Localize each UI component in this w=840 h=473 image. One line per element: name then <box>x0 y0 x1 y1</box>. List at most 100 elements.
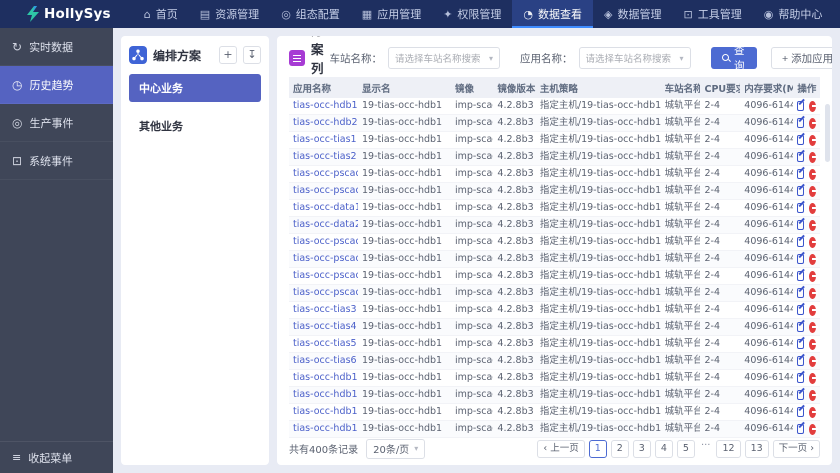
delete-icon[interactable] <box>809 253 818 265</box>
next-page-button[interactable]: 下一页 › <box>772 439 820 458</box>
edit-icon[interactable] <box>797 135 805 145</box>
plan-item-other-business[interactable]: 其他业务 <box>129 112 261 140</box>
app-name-link[interactable]: tias-occ-tias2 <box>293 151 357 162</box>
delete-icon[interactable] <box>809 151 818 163</box>
sidebar-item-system-events[interactable]: ⊡ 系统事件 <box>0 142 113 180</box>
app-name-link[interactable]: tias-occ-hdb1 <box>293 406 358 417</box>
app-name-link[interactable]: tias-occ-pscada3 <box>293 236 358 247</box>
delete-icon[interactable] <box>809 202 818 214</box>
page-size-select[interactable]: 20条/页 ▾ <box>366 438 426 459</box>
edit-icon[interactable] <box>797 390 805 400</box>
delete-icon[interactable] <box>809 321 818 333</box>
sidebar-item-production-events[interactable]: ◎ 生产事件 <box>0 104 113 142</box>
nav-item-data-view[interactable]: ◔ 数据查看 <box>512 0 594 28</box>
delete-icon[interactable] <box>809 100 818 112</box>
delete-icon[interactable] <box>809 406 818 418</box>
nav-item-data-manage[interactable]: ◈ 数据管理 <box>593 0 672 28</box>
delete-icon[interactable] <box>809 117 818 129</box>
page-button-1[interactable]: 1 <box>588 439 607 458</box>
nav-item-permissions[interactable]: ✦ 权限管理 <box>432 0 512 28</box>
delete-icon[interactable] <box>809 389 818 401</box>
app-name-link[interactable]: tias-occ-tias3 <box>293 304 357 315</box>
delete-icon[interactable] <box>809 338 818 350</box>
app-name-link[interactable]: tias-occ-hdb2 <box>293 117 358 128</box>
page-button-2[interactable]: 2 <box>610 439 629 458</box>
page-button-4[interactable]: 4 <box>654 439 673 458</box>
edit-icon[interactable] <box>797 186 805 196</box>
app-name-link[interactable]: tias-occ-tias5 <box>293 338 357 349</box>
edit-icon[interactable] <box>797 407 805 417</box>
row-actions <box>797 134 818 146</box>
page-button-12[interactable]: 12 <box>716 439 741 458</box>
app-name-link[interactable]: tias-occ-pscada6 <box>293 287 358 298</box>
nav-item-resources[interactable]: ▤ 资源管理 <box>189 0 270 28</box>
page-button-5[interactable]: 5 <box>676 439 695 458</box>
download-plan-button[interactable]: ↧ <box>243 46 261 64</box>
edit-icon[interactable] <box>797 254 805 264</box>
app-name-link[interactable]: tias-occ-hdb1 <box>293 423 358 434</box>
edit-icon[interactable] <box>797 271 805 281</box>
delete-icon[interactable] <box>809 168 818 180</box>
edit-icon[interactable] <box>797 237 805 247</box>
edit-icon[interactable] <box>797 339 805 349</box>
delete-icon[interactable] <box>809 372 818 384</box>
edit-icon[interactable] <box>797 118 805 128</box>
edit-icon[interactable] <box>797 424 805 434</box>
app-name-link[interactable]: tias-occ-tias6 <box>293 355 357 366</box>
edit-icon[interactable] <box>797 373 805 383</box>
app-name-link[interactable]: tias-occ-data2 <box>293 219 358 230</box>
edit-icon[interactable] <box>797 152 805 162</box>
edit-icon[interactable] <box>797 203 805 213</box>
collapse-menu-button[interactable]: ≡ 收起菜单 <box>0 441 113 473</box>
delete-icon[interactable] <box>809 270 818 282</box>
table-scrollbar[interactable] <box>825 104 830 162</box>
app-name-link[interactable]: tias-occ-pscada4 <box>293 253 358 264</box>
delete-icon[interactable] <box>809 355 818 367</box>
page-button-13[interactable]: 13 <box>744 439 769 458</box>
sidebar-item-realtime-data[interactable]: ↻ 实时数据 <box>0 28 113 66</box>
delete-icon[interactable] <box>809 236 818 248</box>
delete-icon[interactable] <box>809 304 818 316</box>
nav-item-help[interactable]: ◉ 帮助中心 <box>753 0 834 28</box>
nav-item-more[interactable]: ⊕更多▾ <box>833 0 840 28</box>
cell-host: 指定主机/19-tias-occ-hdb1 <box>535 403 661 421</box>
delete-icon[interactable] <box>809 287 818 299</box>
app-name-link[interactable]: tias-occ-hdb1 <box>293 389 358 400</box>
cell-host: 指定主机/19-tias-occ-hdb1 <box>535 165 661 183</box>
app-name-link[interactable]: tias-occ-hdb1 <box>293 372 358 383</box>
app-name-link[interactable]: tias-occ-pscada1 <box>293 168 358 179</box>
page-ellipsis[interactable]: ··· <box>699 440 713 458</box>
station-select[interactable]: 请选择车站名称搜索 ▾ <box>388 47 501 69</box>
delete-icon[interactable] <box>809 134 818 146</box>
plan-item-center-business[interactable]: 中心业务 <box>129 74 261 102</box>
edit-icon[interactable] <box>797 101 805 111</box>
app-name-link[interactable]: tias-occ-data1 <box>293 202 358 213</box>
edit-icon[interactable] <box>797 169 805 179</box>
page-button-3[interactable]: 3 <box>632 439 651 458</box>
nav-item-tools[interactable]: ⊡ 工具管理 <box>673 0 753 28</box>
edit-icon[interactable] <box>797 322 805 332</box>
column-header-1: 显示名 <box>358 77 451 98</box>
sidebar-item-history-trend[interactable]: ◷ 历史趋势 <box>0 66 113 104</box>
edit-icon[interactable] <box>797 356 805 366</box>
cell-image: imp-scada <box>450 98 494 115</box>
app-select[interactable]: 请选择车站名称搜索 ▾ <box>578 47 691 69</box>
delete-icon[interactable] <box>809 185 818 197</box>
edit-icon[interactable] <box>797 288 805 298</box>
app-name-link[interactable]: tias-occ-pscada5 <box>293 270 358 281</box>
prev-page-button[interactable]: ‹ 上一页 <box>537 439 585 458</box>
nav-item-apps[interactable]: ▦ 应用管理 <box>351 0 432 28</box>
app-name-link[interactable]: tias-occ-tias4 <box>293 321 357 332</box>
nav-item-config[interactable]: ◎ 组态配置 <box>270 0 351 28</box>
add-plan-button[interactable]: + <box>219 46 237 64</box>
app-name-link[interactable]: tias-occ-tias1 <box>293 134 357 145</box>
search-button[interactable]: 查询 <box>710 45 758 72</box>
add-app-config-button[interactable]: + 添加应用配置 <box>771 47 832 69</box>
delete-icon[interactable] <box>809 219 818 231</box>
delete-icon[interactable] <box>809 423 818 435</box>
edit-icon[interactable] <box>797 305 805 315</box>
app-name-link[interactable]: tias-occ-hdb1 <box>293 100 358 111</box>
app-name-link[interactable]: tias-occ-pscada1 <box>293 185 358 196</box>
edit-icon[interactable] <box>797 220 805 230</box>
nav-item-home[interactable]: ⌂ 首页 <box>133 0 189 28</box>
